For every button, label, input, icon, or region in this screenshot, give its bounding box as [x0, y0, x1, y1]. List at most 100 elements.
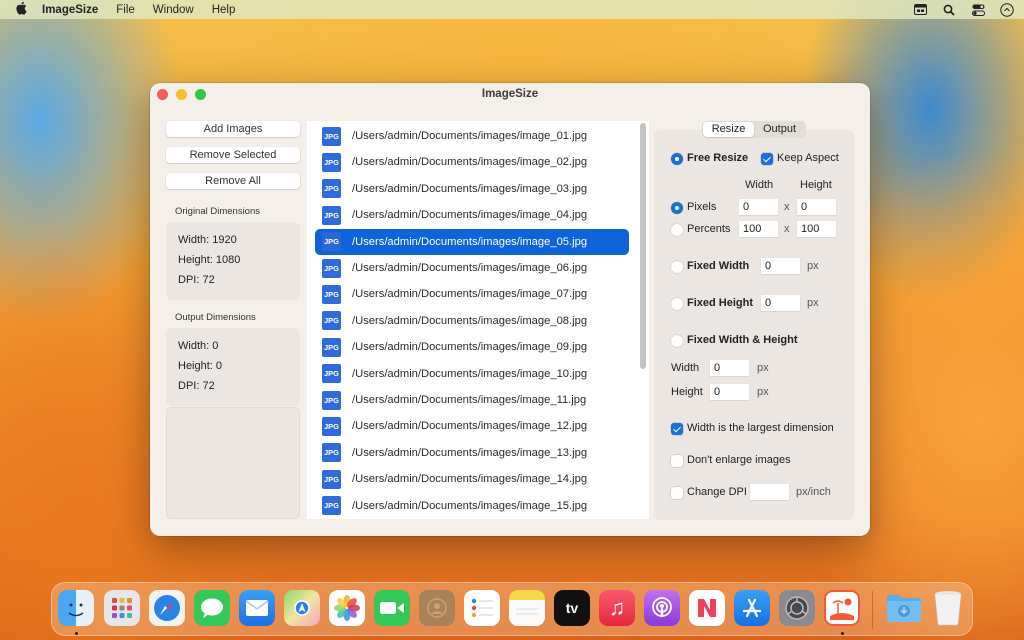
spotlight-search-icon[interactable]	[942, 3, 956, 17]
keep-aspect-checkbox[interactable]	[761, 153, 773, 165]
jpg-file-icon: JPG	[322, 232, 341, 252]
launchpad-icon[interactable]	[104, 590, 140, 626]
jpg-file-icon: JPG	[322, 469, 341, 489]
file-list-item[interactable]: JPG/Users/admin/Documents/images/image_0…	[315, 202, 629, 228]
window-title: ImageSize	[481, 88, 539, 100]
width-largest-checkbox[interactable]	[671, 423, 683, 435]
percents-width-input[interactable]: 100	[739, 221, 778, 237]
apple-menu-icon[interactable]	[15, 1, 29, 18]
remove-all-button[interactable]: Remove All	[166, 173, 300, 189]
downloads-folder-icon[interactable]	[886, 590, 922, 626]
original-width: Width: 1920	[178, 234, 237, 246]
menu-app-name[interactable]: ImageSize	[42, 4, 98, 16]
image-preview	[166, 407, 300, 519]
menu-file[interactable]: File	[116, 4, 135, 16]
file-path: /Users/admin/Documents/images/image_15.j…	[352, 499, 588, 512]
file-list-item[interactable]: JPG/Users/admin/Documents/images/image_0…	[315, 176, 629, 202]
fixed-height-radio[interactable]	[671, 298, 683, 310]
menu-help[interactable]: Help	[212, 4, 236, 16]
percents-height-input[interactable]: 100	[797, 221, 836, 237]
photos-icon[interactable]	[329, 590, 365, 626]
title-bar[interactable]: ImageSize	[150, 83, 870, 105]
file-list-item[interactable]: JPG/Users/admin/Documents/images/image_0…	[315, 308, 629, 334]
jpg-file-icon: JPG	[322, 496, 341, 516]
news-icon[interactable]	[689, 590, 725, 626]
jpg-file-icon: JPG	[322, 443, 341, 463]
dont-enlarge-label: Don't enlarge images	[687, 454, 791, 466]
fixed-both-radio[interactable]	[671, 335, 683, 347]
percents-radio[interactable]	[671, 224, 683, 236]
file-list-item[interactable]: JPG/Users/admin/Documents/images/image_0…	[315, 255, 629, 281]
dont-enlarge-checkbox[interactable]	[671, 455, 683, 467]
output-height: Height: 0	[178, 360, 223, 372]
maps-icon[interactable]	[284, 590, 320, 626]
podcasts-icon[interactable]	[644, 590, 680, 626]
pixels-height-input[interactable]: 0	[797, 199, 836, 215]
change-dpi-checkbox[interactable]	[671, 487, 683, 499]
file-path: /Users/admin/Documents/images/image_12.j…	[352, 420, 588, 433]
tab-output[interactable]: Output	[754, 122, 805, 137]
finder-icon[interactable]	[58, 590, 94, 626]
pixels-radio[interactable]	[671, 202, 683, 214]
file-list-item[interactable]: JPG/Users/admin/Documents/images/image_0…	[315, 149, 629, 175]
file-list-item[interactable]: JPG/Users/admin/Documents/images/image_1…	[315, 361, 629, 387]
close-window-button[interactable]	[157, 89, 168, 100]
file-list-item[interactable]: JPG/Users/admin/Documents/images/image_1…	[315, 493, 629, 519]
window-controls	[157, 89, 206, 100]
file-list[interactable]: JPG/Users/admin/Documents/images/image_0…	[307, 121, 649, 519]
file-list-item[interactable]: JPG/Users/admin/Documents/images/image_0…	[315, 123, 629, 149]
contacts-icon[interactable]	[419, 590, 455, 626]
app-store-icon[interactable]	[734, 590, 770, 626]
messages-icon[interactable]	[194, 590, 230, 626]
fixed-both-width-input[interactable]: 0	[710, 360, 749, 376]
safari-icon[interactable]	[149, 590, 185, 626]
jpg-file-icon: JPG	[322, 205, 341, 225]
reminders-icon[interactable]	[464, 590, 500, 626]
file-list-scrollbar[interactable]	[640, 123, 646, 369]
jpg-file-icon: JPG	[322, 416, 341, 436]
tv-icon[interactable]: tv	[554, 590, 590, 626]
fixed-both-height-unit: px	[757, 386, 769, 398]
notes-icon[interactable]	[509, 590, 545, 626]
keyboard-viewer-icon[interactable]	[913, 3, 927, 17]
file-list-item[interactable]: JPG/Users/admin/Documents/images/image_0…	[315, 228, 629, 255]
file-list-item[interactable]: JPG/Users/admin/Documents/images/image_1…	[315, 387, 629, 413]
facetime-icon[interactable]	[374, 590, 410, 626]
file-path: /Users/admin/Documents/images/image_08.j…	[352, 314, 588, 327]
finder-running-indicator	[75, 632, 78, 635]
pixels-width-input[interactable]: 0	[739, 199, 778, 215]
dock-separator	[872, 591, 873, 629]
original-height: Height: 1080	[178, 254, 241, 266]
fixed-width-unit: px	[807, 260, 819, 272]
siri-icon[interactable]	[1000, 2, 1014, 17]
change-dpi-input[interactable]	[750, 484, 789, 500]
fixed-height-input[interactable]: 0	[761, 295, 800, 311]
tab-resize[interactable]: Resize	[703, 122, 754, 137]
zoom-window-button[interactable]	[195, 89, 206, 100]
add-images-button[interactable]: Add Images	[166, 121, 300, 137]
file-list-item[interactable]: JPG/Users/admin/Documents/images/image_1…	[315, 440, 629, 466]
file-path: /Users/admin/Documents/images/image_06.j…	[352, 262, 588, 274]
fixed-both-height-input[interactable]: 0	[710, 384, 749, 400]
minimize-window-button[interactable]	[176, 89, 187, 100]
control-center-icon[interactable]	[971, 3, 985, 17]
trash-icon[interactable]	[930, 590, 966, 626]
file-list-item[interactable]: JPG/Users/admin/Documents/images/image_1…	[315, 413, 629, 439]
file-list-item[interactable]: JPG/Users/admin/Documents/images/image_1…	[315, 466, 629, 492]
file-list-item[interactable]: JPG/Users/admin/Documents/images/image_0…	[315, 334, 629, 360]
free-resize-radio[interactable]	[671, 153, 683, 165]
music-icon[interactable]: ♫	[599, 590, 635, 626]
fixed-width-input[interactable]: 0	[761, 258, 800, 274]
width-largest-label: Width is the largest dimension	[687, 422, 834, 434]
menu-window[interactable]: Window	[153, 4, 194, 16]
mail-icon[interactable]	[239, 590, 275, 626]
file-list-item[interactable]: JPG/Users/admin/Documents/images/image_0…	[315, 281, 629, 307]
remove-selected-button[interactable]: Remove Selected	[166, 147, 300, 163]
system-settings-icon[interactable]	[779, 590, 815, 626]
imagesize-app-icon[interactable]	[824, 590, 860, 626]
output-width: Width: 0	[178, 340, 219, 352]
percents-label: Percents	[687, 223, 731, 235]
jpg-file-icon: JPG	[322, 258, 341, 278]
fixed-width-radio[interactable]	[671, 261, 683, 273]
fixed-both-width-label: Width	[671, 362, 700, 374]
